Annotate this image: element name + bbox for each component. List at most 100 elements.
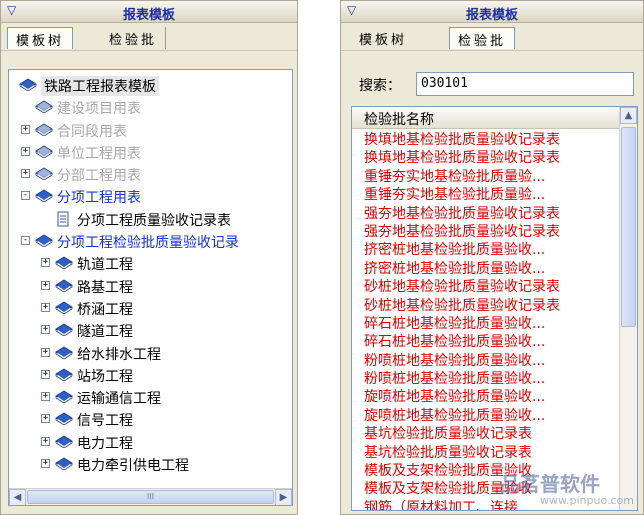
tree-node-label: 轨道工程 bbox=[77, 257, 133, 274]
tree-node[interactable]: 铁路工程报表模板 bbox=[9, 74, 292, 96]
list-item[interactable]: 旋喷桩地基检验批质量验收... bbox=[352, 407, 619, 425]
panel-header: ▽ 报表模板 bbox=[341, 1, 643, 23]
scroll-right-icon[interactable]: ▶ bbox=[275, 489, 292, 505]
tree-node[interactable]: - 分项工程用表 bbox=[9, 185, 292, 207]
list-item[interactable]: 旋喷桩地基检验批质量验收... bbox=[352, 388, 619, 406]
tree-node-label: 隧道工程 bbox=[77, 324, 133, 341]
tree-node[interactable]: 建设项目用表 bbox=[9, 96, 292, 118]
tree-node-label: 站场工程 bbox=[77, 368, 133, 385]
scroll-thumb[interactable] bbox=[621, 127, 636, 327]
collapse-minus-icon[interactable]: - bbox=[21, 236, 30, 246]
panel-title: 报表模板 bbox=[465, 8, 518, 23]
expand-plus-icon[interactable]: + bbox=[41, 302, 50, 312]
tree-node[interactable]: - 分项工程检验批质量验收记录 bbox=[9, 230, 292, 252]
search-label: 搜索： bbox=[359, 78, 401, 94]
collapse-minus-icon[interactable]: - bbox=[21, 191, 30, 201]
list-item[interactable]: 碎石桩地基检验批质量验收... bbox=[352, 333, 619, 351]
list-item[interactable]: 粉喷桩地基检验批质量验收... bbox=[352, 352, 619, 370]
tab-inspection-batch[interactable]: 检验批 bbox=[101, 27, 167, 49]
expand-plus-icon[interactable]: + bbox=[41, 347, 50, 357]
column-header-batch-name[interactable]: 检验批名称 bbox=[352, 107, 619, 129]
book-icon bbox=[19, 77, 37, 92]
list-item[interactable]: 挤密桩地基检验批质量验收... bbox=[352, 241, 619, 259]
book-icon bbox=[55, 322, 73, 337]
book-icon bbox=[55, 389, 73, 404]
book-icon bbox=[35, 144, 53, 159]
expand-plus-icon[interactable]: + bbox=[41, 436, 50, 446]
expand-plus-icon[interactable]: + bbox=[21, 124, 30, 134]
expand-plus-icon[interactable]: + bbox=[41, 258, 50, 268]
inspection-batch-list: 检验批名称 换填地基检验批质量验收记录表 换填地基检验批质量验收记录表 重锤夯实地基… bbox=[351, 106, 638, 511]
horizontal-scrollbar[interactable]: ◀ III ▶ bbox=[9, 488, 292, 505]
list-item[interactable]: 砂桩地基检验批质量验收记录表 bbox=[352, 278, 619, 296]
list-item[interactable]: 重锤夯实地基检验批质量验... bbox=[352, 186, 619, 204]
tree-node[interactable]: + 站场工程 bbox=[9, 364, 292, 386]
tab-inspection-batch[interactable]: 检验批 bbox=[449, 27, 516, 49]
list-item[interactable]: 换填地基检验批质量验收记录表 bbox=[352, 131, 619, 149]
scroll-up-icon[interactable]: ▲ bbox=[620, 107, 637, 124]
list-item[interactable]: 基坑检验批质量验收记录表 bbox=[352, 444, 619, 462]
list-item[interactable]: 挤密桩地基检验批质量验收... bbox=[352, 260, 619, 278]
tab-bar: 模板树 检验批 bbox=[1, 23, 297, 51]
book-icon bbox=[55, 345, 73, 360]
document-icon bbox=[55, 211, 73, 227]
tree-node-label: 给水排水工程 bbox=[77, 346, 161, 363]
expand-plus-icon[interactable]: + bbox=[41, 414, 50, 424]
tree-nodes: 铁路工程报表模板 建设项目用表 + 合同段用表 + 单位工程用表 + 分部工程用表 - 分项工程用… bbox=[9, 74, 292, 475]
search-input[interactable]: 030101 bbox=[416, 72, 634, 96]
list-rows: 换填地基检验批质量验收记录表 换填地基检验批质量验收记录表 重锤夯实地基检验批质量验… bbox=[352, 131, 619, 510]
tree-node-label: 电力工程 bbox=[77, 435, 133, 452]
book-icon bbox=[55, 278, 73, 293]
tree-node-label: 分项工程质量验收记录表 bbox=[77, 212, 231, 229]
expand-plus-icon[interactable]: + bbox=[41, 392, 50, 402]
tree-node[interactable]: + 信号工程 bbox=[9, 408, 292, 430]
tree-node[interactable]: + 电力工程 bbox=[9, 431, 292, 453]
tab-template-tree[interactable]: 模板树 bbox=[351, 27, 415, 49]
list-item[interactable]: 基坑检验批质量验收记录表 bbox=[352, 425, 619, 443]
list-item[interactable]: 强夯地基检验批质量验收记录表 bbox=[352, 205, 619, 223]
tree-node[interactable]: 分项工程质量验收记录表 bbox=[9, 208, 292, 230]
tree-node[interactable]: + 分部工程用表 bbox=[9, 163, 292, 185]
book-icon bbox=[35, 99, 53, 114]
expand-plus-icon[interactable]: + bbox=[21, 169, 30, 179]
scroll-left-icon[interactable]: ◀ bbox=[9, 489, 26, 505]
list-item[interactable]: 换填地基检验批质量验收记录表 bbox=[352, 149, 619, 167]
template-panel-right: ▽ 报表模板 模板树 检验批 搜索： 030101 检验批名称 换填地基检验批质… bbox=[340, 0, 644, 515]
tab-bar: 模板树 检验批 bbox=[341, 23, 643, 51]
book-icon bbox=[35, 233, 53, 248]
list-item[interactable]: 碎石桩地基检验批质量验收... bbox=[352, 315, 619, 333]
book-icon bbox=[55, 411, 73, 426]
tree-node-label: 信号工程 bbox=[77, 413, 133, 430]
book-icon bbox=[35, 122, 53, 137]
tree-node-label: 运输通信工程 bbox=[77, 391, 161, 408]
scroll-thumb[interactable]: III bbox=[27, 490, 274, 504]
tree-node[interactable]: + 隧道工程 bbox=[9, 319, 292, 341]
tree-node-label: 分项工程用表 bbox=[57, 190, 141, 207]
tab-template-tree[interactable]: 模板树 bbox=[7, 27, 74, 49]
expand-plus-icon[interactable]: + bbox=[41, 459, 50, 469]
tree-node[interactable]: + 给水排水工程 bbox=[9, 342, 292, 364]
list-item[interactable]: 强夯地基检验批质量验收记录表 bbox=[352, 223, 619, 241]
tree-node-label: 桥涵工程 bbox=[77, 301, 133, 318]
tree-node-label: 建设项目用表 bbox=[57, 101, 141, 118]
vertical-scrollbar[interactable]: ▲ bbox=[619, 107, 637, 510]
tree-node-label: 铁路工程报表模板 bbox=[41, 76, 159, 96]
tree-node[interactable]: + 合同段用表 bbox=[9, 119, 292, 141]
expand-plus-icon[interactable]: + bbox=[41, 369, 50, 379]
expand-plus-icon[interactable]: + bbox=[41, 325, 50, 335]
panel-title: 报表模板 bbox=[122, 8, 175, 23]
tree-node[interactable]: + 路基工程 bbox=[9, 275, 292, 297]
tree-node[interactable]: + 单位工程用表 bbox=[9, 141, 292, 163]
book-icon bbox=[55, 367, 73, 382]
panel-header: ▽ 报表模板 bbox=[1, 1, 297, 23]
list-item[interactable]: 重锤夯实地基检验批质量验... bbox=[352, 168, 619, 186]
tree-node[interactable]: + 轨道工程 bbox=[9, 252, 292, 274]
tree-node[interactable]: + 运输通信工程 bbox=[9, 386, 292, 408]
tree-node[interactable]: + 电力牵引供电工程 bbox=[9, 453, 292, 475]
expand-plus-icon[interactable]: + bbox=[21, 146, 30, 156]
tree-node[interactable]: + 桥涵工程 bbox=[9, 297, 292, 319]
tree-node-label: 合同段用表 bbox=[57, 123, 127, 140]
list-item[interactable]: 砂桩地基检验批质量验收记录表 bbox=[352, 297, 619, 315]
expand-plus-icon[interactable]: + bbox=[41, 280, 50, 290]
list-item[interactable]: 粉喷桩地基检验批质量验收... bbox=[352, 370, 619, 388]
